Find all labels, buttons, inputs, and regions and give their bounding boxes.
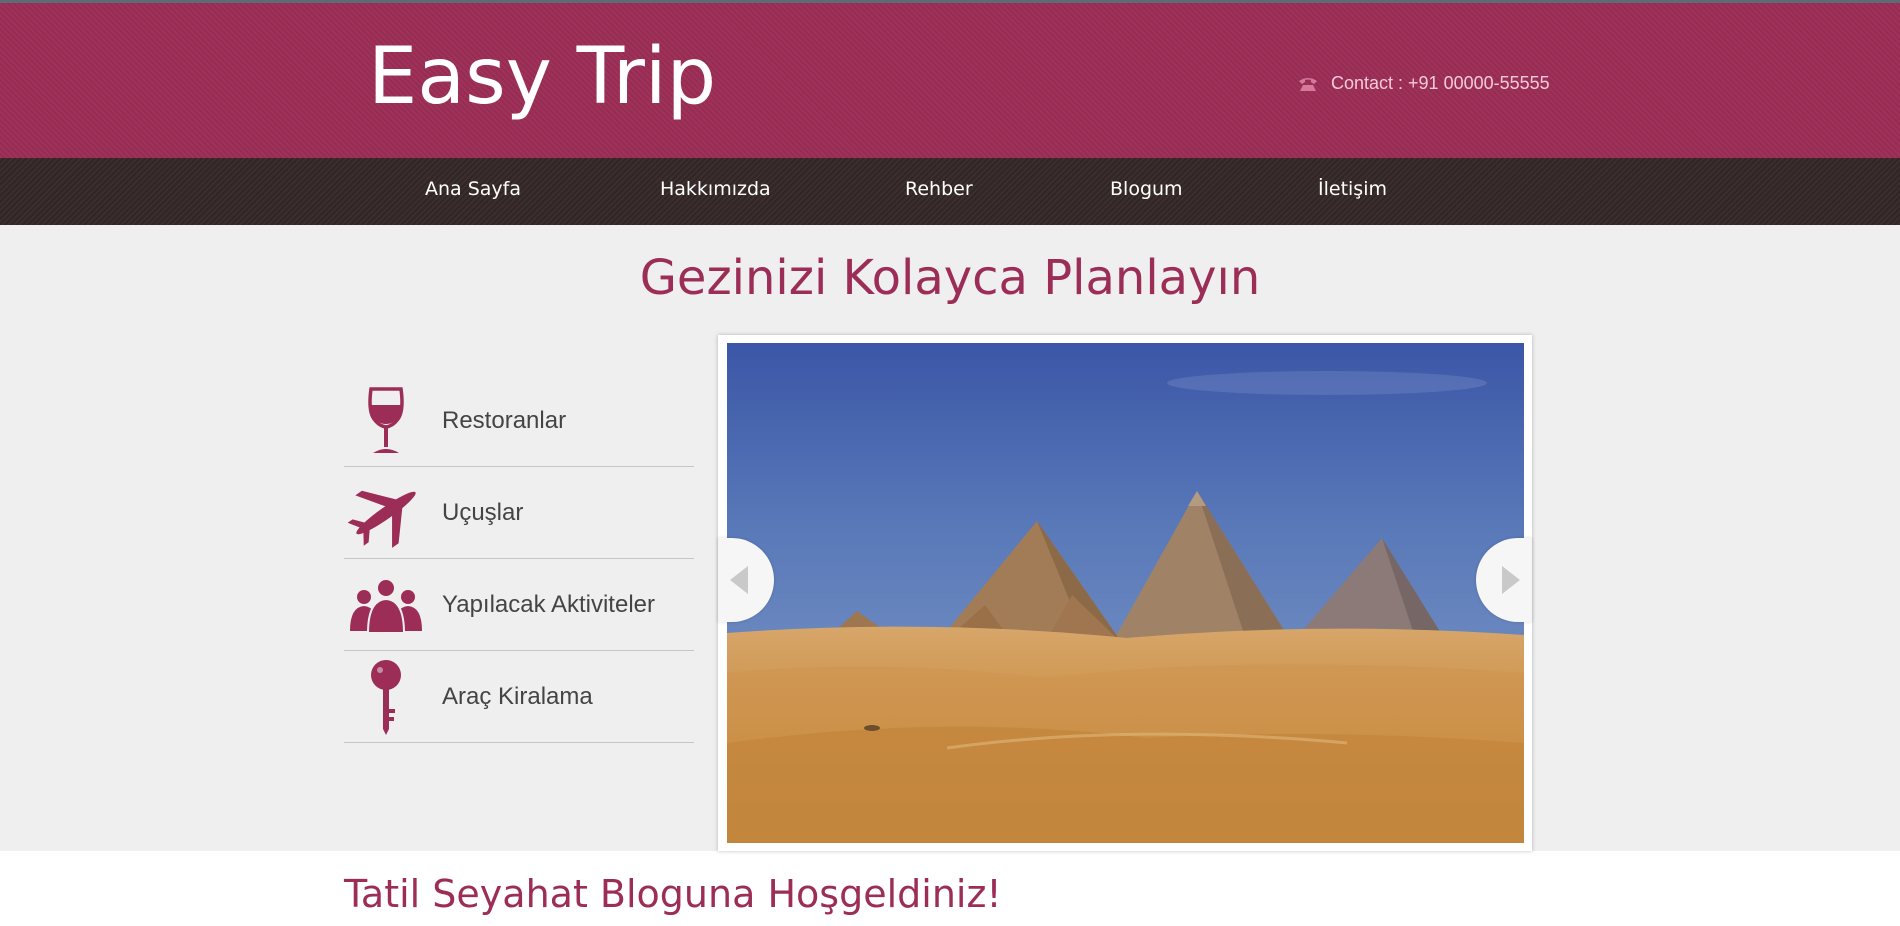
page-title: Gezinizi Kolayca Planlayın	[639, 250, 1261, 306]
feature-label: Restoranlar	[442, 407, 567, 434]
main-section: Gezinizi Kolayca Planlayın Restoranlar U…	[0, 225, 1900, 851]
contact-info: Contact : +91 00000-55555	[1297, 73, 1550, 94]
chevron-right-icon	[1502, 566, 1520, 594]
people-group-icon	[346, 567, 426, 643]
chevron-left-icon	[730, 566, 748, 594]
nav-item-blog[interactable]: Blogum	[1110, 178, 1183, 200]
nav-item-contact[interactable]: İletişim	[1318, 178, 1387, 200]
airplane-icon	[346, 475, 426, 551]
nav-item-about[interactable]: Hakkımızda	[660, 178, 771, 200]
feature-label: Yapılacak Aktiviteler	[442, 591, 655, 618]
nav-item-guide[interactable]: Rehber	[905, 178, 973, 200]
phone-icon	[1299, 77, 1317, 91]
feature-label: Uçuşlar	[442, 499, 524, 526]
site-header: Easy Trip Contact : +91 00000-55555	[0, 3, 1900, 158]
feature-item-car-rental[interactable]: Araç Kiralama	[344, 651, 694, 743]
main-nav: Ana Sayfa Hakkımızda Rehber Blogum İleti…	[0, 158, 1900, 225]
contact-text: Contact : +91 00000-55555	[1331, 73, 1550, 93]
feature-item-activities[interactable]: Yapılacak Aktiviteler	[344, 559, 694, 651]
welcome-heading: Tatil Seyahat Bloguna Hoşgeldiniz!	[344, 872, 1002, 916]
wine-glass-icon	[346, 383, 426, 459]
slide-image	[727, 343, 1524, 843]
feature-item-flights[interactable]: Uçuşlar	[344, 467, 694, 559]
site-logo[interactable]: Easy Trip	[368, 31, 716, 123]
key-icon	[346, 659, 426, 735]
image-slider	[718, 335, 1532, 851]
feature-item-restaurants[interactable]: Restoranlar	[344, 375, 694, 467]
feature-list: Restoranlar Uçuşlar Yapılacak Aktivitele…	[344, 375, 694, 743]
feature-label: Araç Kiralama	[442, 683, 593, 710]
nav-item-home[interactable]: Ana Sayfa	[425, 178, 521, 200]
